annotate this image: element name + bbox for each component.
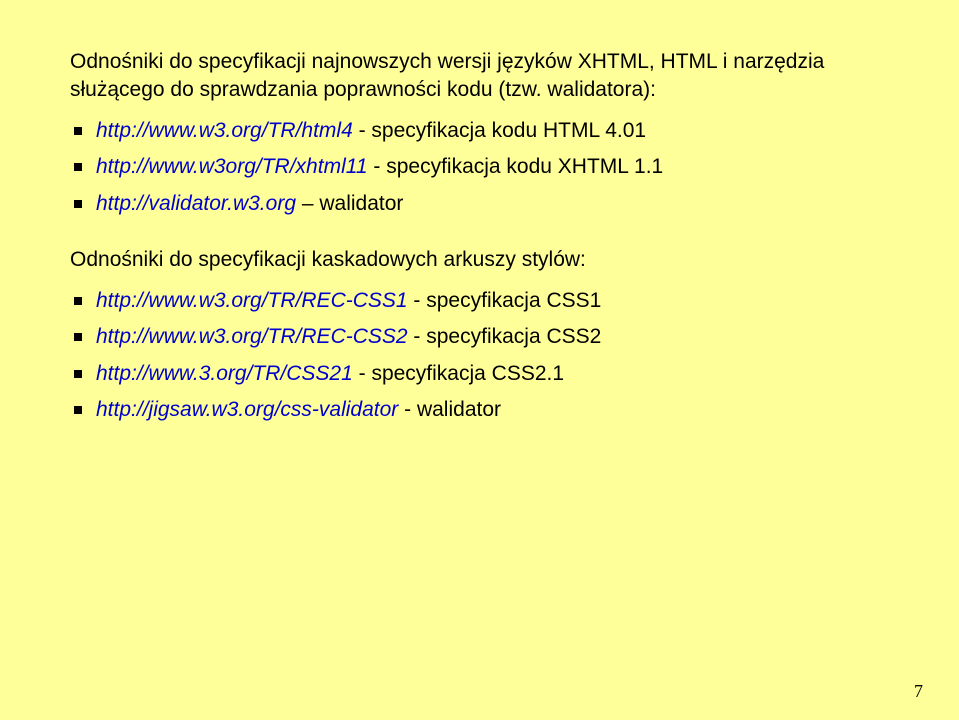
- link-text: http://validator.w3.org: [96, 192, 296, 215]
- item-desc: - specyfikacja CSS2.1: [353, 362, 564, 385]
- item-desc: - specyfikacja kodu HTML 4.01: [353, 119, 646, 142]
- list-item: http://www.w3.org/TR/REC-CSS2 - specyfik…: [70, 321, 895, 354]
- section1-list: http://www.w3.org/TR/html4 - specyfikacj…: [70, 115, 895, 221]
- list-item: http://www.w3.org/TR/REC-CSS1 - specyfik…: [70, 285, 895, 318]
- link-text: http://www.w3.org/TR/html4: [96, 119, 353, 142]
- section1-intro: Odnośniki do specyfikacji najnowszych we…: [70, 48, 895, 105]
- list-item: http://www.w3org/TR/xhtml11 - specyfikac…: [70, 151, 895, 184]
- list-item: http://www.3.org/TR/CSS21 - specyfikacja…: [70, 358, 895, 391]
- item-desc: - specyfikacja kodu XHTML 1.1: [368, 155, 664, 178]
- list-item: http://www.w3.org/TR/html4 - specyfikacj…: [70, 115, 895, 148]
- list-item: http://validator.w3.org – walidator: [70, 188, 895, 221]
- section2-list: http://www.w3.org/TR/REC-CSS1 - specyfik…: [70, 285, 895, 427]
- list-item: http://jigsaw.w3.org/css-validator - wal…: [70, 394, 895, 427]
- item-desc: – walidator: [296, 192, 403, 215]
- link-text: http://www.3.org/TR/CSS21: [96, 362, 353, 385]
- link-text: http://jigsaw.w3.org/css-validator: [96, 398, 398, 421]
- item-desc: - walidator: [398, 398, 501, 421]
- section2-intro: Odnośniki do specyfikacji kaskadowych ar…: [70, 246, 895, 274]
- item-desc: - specyfikacja CSS2: [408, 325, 602, 348]
- page-number: 7: [914, 681, 923, 702]
- link-text: http://www.w3.org/TR/REC-CSS1: [96, 289, 408, 312]
- item-desc: - specyfikacja CSS1: [408, 289, 602, 312]
- link-text: http://www.w3org/TR/xhtml11: [96, 155, 368, 178]
- link-text: http://www.w3.org/TR/REC-CSS2: [96, 325, 408, 348]
